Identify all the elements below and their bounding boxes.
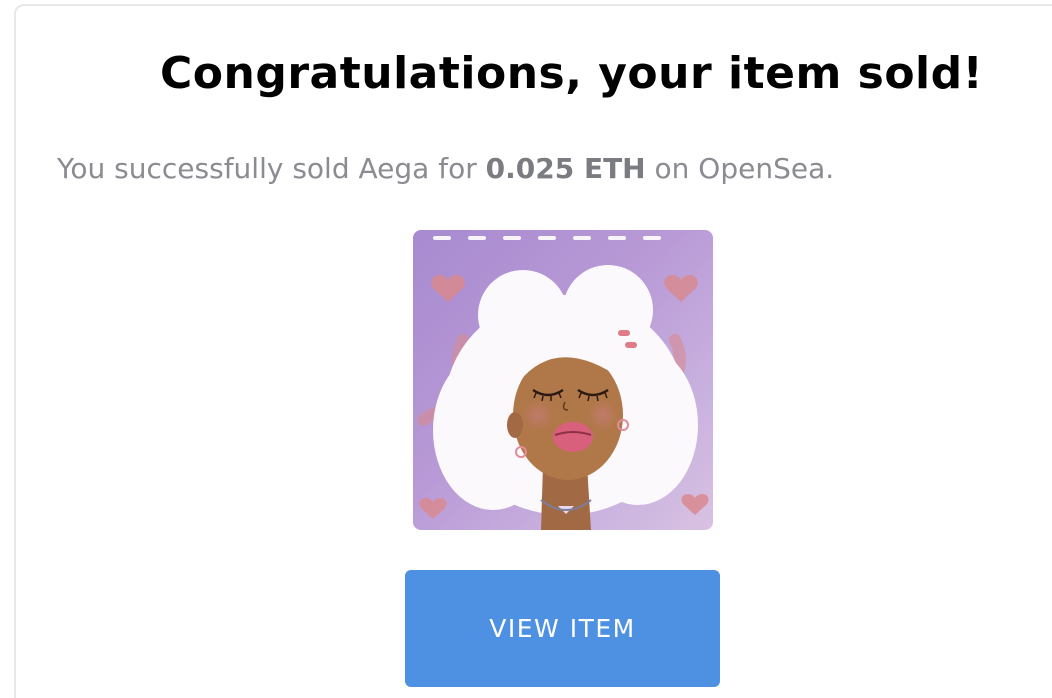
page-title: Congratulations, your item sold! (160, 48, 984, 99)
sale-message-suffix: on OpenSea. (645, 152, 835, 185)
sale-message: You successfully sold Aega for 0.025 ETH… (57, 150, 834, 188)
nft-item-image[interactable] (413, 230, 713, 530)
sale-price: 0.025 ETH (485, 152, 646, 185)
sale-message-prefix: You successfully sold Aega for (57, 152, 486, 185)
view-item-button[interactable]: VIEW ITEM (405, 570, 720, 687)
nft-portrait-illustration (413, 230, 713, 530)
